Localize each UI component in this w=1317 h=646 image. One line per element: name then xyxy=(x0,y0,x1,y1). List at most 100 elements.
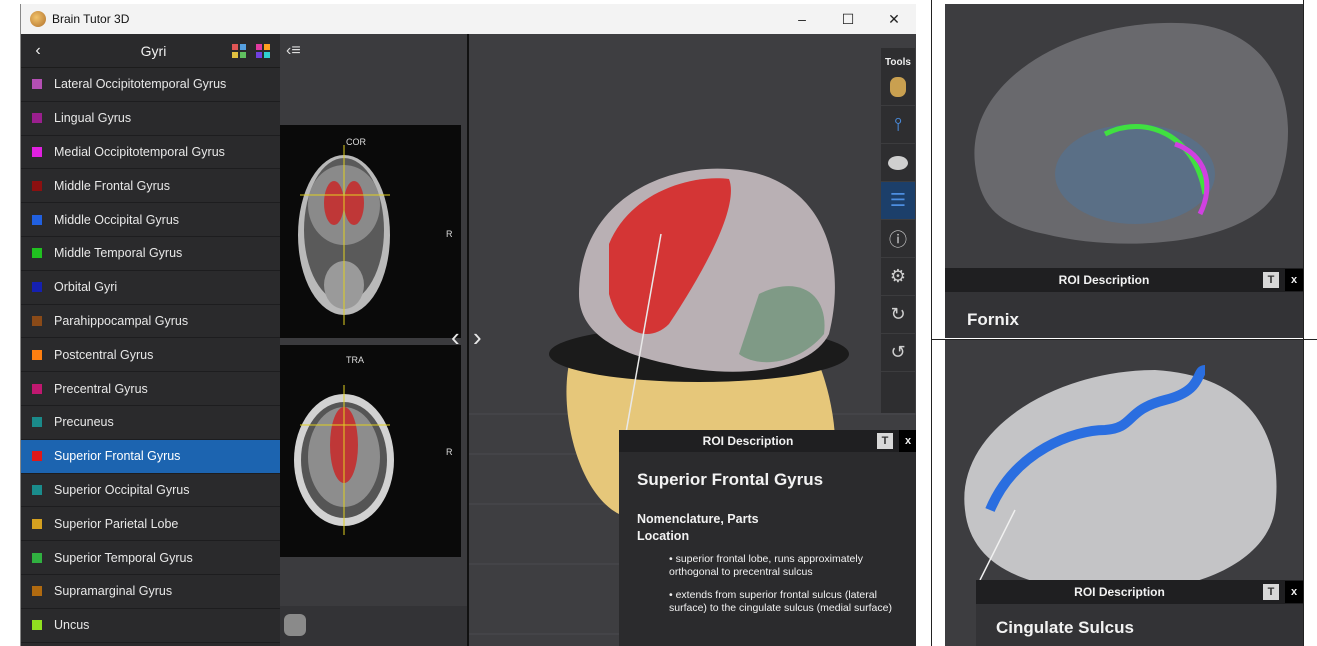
sidebar-item-label: Superior Parietal Lobe xyxy=(54,516,179,531)
cingulate-text-size-button[interactable]: T xyxy=(1263,584,1279,600)
sidebar-item[interactable]: Middle Temporal Gyrus xyxy=(21,237,280,271)
rotate-left-icon[interactable]: ↺ xyxy=(881,334,915,372)
app-logo-icon xyxy=(30,11,46,27)
slice-footer xyxy=(280,606,469,646)
collapse-menu-icon[interactable]: ‹≡ xyxy=(286,42,301,60)
sidebar-item[interactable]: Medial Occipitotemporal Gyrus xyxy=(21,136,280,170)
cingulate-roi-name: Cingulate Sulcus xyxy=(996,618,1134,637)
coronal-label: COR xyxy=(346,137,366,147)
color-grid-icon[interactable] xyxy=(232,43,246,58)
fornix-text-size-button[interactable]: T xyxy=(1263,272,1279,288)
axial-mri-image xyxy=(294,385,394,535)
settings-icon[interactable]: ⚙ xyxy=(881,258,915,296)
cingulate-close-button[interactable]: x xyxy=(1285,581,1303,603)
sidebar-item-label: Superior Occipital Gyrus xyxy=(54,482,190,497)
cingulate-pane: ROI Description T x Cingulate Sulcus xyxy=(945,340,1303,646)
cingulate-roi-header-title: ROI Description xyxy=(1074,585,1165,599)
coronal-right-marker: R xyxy=(446,229,453,239)
sidebar-item[interactable]: Parahippocampal Gyrus xyxy=(21,305,280,339)
sidebar-title: Gyri xyxy=(140,42,167,59)
minimize-button[interactable]: – xyxy=(779,4,825,34)
axial-slice[interactable]: TRA R xyxy=(280,345,461,557)
color-swatch-icon xyxy=(32,518,42,529)
sidebar-item[interactable]: Orbital Gyri xyxy=(21,271,280,305)
sidebar-item-label: Middle Frontal Gyrus xyxy=(54,178,171,193)
right-pane-border xyxy=(1303,0,1304,646)
gyri-sidebar: ‹ Gyri Lateral Occipitotemporal Gyrus Lin… xyxy=(21,34,280,646)
sidebar-item[interactable]: Supramarginal Gyrus xyxy=(21,575,280,609)
sidebar-item-label: Supramarginal Gyrus xyxy=(54,584,173,599)
color-swatch-icon xyxy=(32,620,42,631)
sidebar-item-label: Superior Temporal Gyrus xyxy=(54,550,193,565)
sidebar-item-label: Middle Occipital Gyrus xyxy=(54,212,180,227)
cingulate-roi-panel: ROI Description T x Cingulate Sulcus xyxy=(976,580,1303,646)
fornix-roi-header-title: ROI Description xyxy=(1058,273,1150,287)
sidebar-item-label: Uncus xyxy=(54,618,90,633)
color-swatch-icon xyxy=(32,113,42,124)
roi-section-location: Location xyxy=(637,529,690,543)
color-swatch-icon xyxy=(32,349,42,360)
next-slice-button[interactable]: › xyxy=(473,322,482,353)
sidebar-item-label: Lingual Gyrus xyxy=(54,111,132,126)
roi-section-nomenclature: Nomenclature, Parts xyxy=(637,512,759,526)
sidebar-item[interactable]: Lingual Gyrus xyxy=(21,102,280,136)
brain-icon[interactable] xyxy=(881,144,915,182)
sidebar-item[interactable]: Uncus xyxy=(21,609,280,643)
sidebar-item[interactable]: Postcentral Gyrus xyxy=(21,338,280,373)
sidebar-item[interactable]: Superior Parietal Lobe xyxy=(21,507,280,542)
roi-bullet: • superior frontal lobe, runs approximat… xyxy=(669,553,863,578)
color-swatch-icon xyxy=(32,586,42,597)
tools-panel: Tools ⫯ ☰ ⓘ ⚙ ↻ ↺ xyxy=(881,48,915,413)
axial-label: TRA xyxy=(346,355,364,365)
sliders-icon[interactable]: ⫯ xyxy=(881,106,915,144)
sidebar-item-label: Orbital Gyri xyxy=(54,280,118,295)
coronal-slice[interactable]: COR R xyxy=(280,125,461,338)
color-swatch-icon xyxy=(32,383,42,394)
axial-right-marker: R xyxy=(446,447,453,457)
roi-close-button[interactable]: x xyxy=(899,430,916,452)
gyri-list: Lateral Occipitotemporal Gyrus Lingual Gy… xyxy=(21,68,280,643)
fornix-pane: ROI Description T x Fornix xyxy=(945,4,1303,338)
sidebar-item-label: Parahippocampal Gyrus xyxy=(54,313,189,328)
sidebar-item[interactable]: Superior Frontal Gyrus xyxy=(21,439,280,474)
list-icon[interactable]: ☰ xyxy=(881,182,915,220)
color-swatch-icon xyxy=(32,282,42,293)
chevron-left-icon[interactable]: ‹ xyxy=(21,42,55,60)
roi-bullets: • superior frontal lobe, runs approximat… xyxy=(619,543,916,615)
roi-description-panel: ROI Description T x Superior Frontal Gyr… xyxy=(619,430,916,646)
roi-bullet: • extends from superior frontal sulcus (… xyxy=(669,589,892,614)
color-swatch-icon xyxy=(32,552,42,563)
fornix-close-button[interactable]: x xyxy=(1285,269,1303,291)
sidebar-item-label: Middle Temporal Gyrus xyxy=(54,246,183,261)
sidebar-item-label: Precentral Gyrus xyxy=(54,381,148,396)
fornix-roi-name: Fornix xyxy=(967,310,1019,329)
sidebar-item[interactable]: Precentral Gyrus xyxy=(21,372,280,406)
prev-slice-button[interactable]: ‹ xyxy=(451,322,460,353)
color-swatch-icon xyxy=(32,451,42,462)
sidebar-item[interactable]: Precuneus xyxy=(21,406,280,440)
head-model-icon[interactable] xyxy=(881,68,915,106)
sidebar-item[interactable]: Superior Temporal Gyrus xyxy=(21,541,280,575)
text-size-button[interactable]: T xyxy=(877,433,893,449)
color-grid-alt-icon[interactable] xyxy=(256,43,270,58)
sidebar-item[interactable]: Middle Frontal Gyrus xyxy=(21,169,280,204)
sidebar-item-label: Superior Frontal Gyrus xyxy=(54,449,181,464)
color-swatch-icon xyxy=(32,248,42,259)
head-thumbnail-icon[interactable] xyxy=(284,614,306,636)
rotate-right-icon[interactable]: ↻ xyxy=(881,296,915,334)
sidebar-item-label: Postcentral Gyrus xyxy=(54,347,154,362)
sidebar-item[interactable]: Middle Occipital Gyrus xyxy=(21,203,280,237)
roi-header-title: ROI Description xyxy=(702,434,794,448)
tools-label: Tools xyxy=(885,57,911,68)
color-swatch-icon xyxy=(32,214,42,225)
coronal-mri-image xyxy=(298,145,390,325)
maximize-button[interactable]: ☐ xyxy=(825,4,871,34)
window-separator xyxy=(931,0,932,646)
close-button[interactable]: ✕ xyxy=(871,4,916,34)
info-icon[interactable]: ⓘ xyxy=(881,220,915,258)
fornix-render xyxy=(974,22,1289,244)
sidebar-item-label: Medial Occipitotemporal Gyrus xyxy=(54,144,225,159)
sidebar-item[interactable]: Superior Occipital Gyrus xyxy=(21,474,280,508)
color-swatch-icon xyxy=(32,146,42,157)
sidebar-item[interactable]: Lateral Occipitotemporal Gyrus xyxy=(21,68,280,102)
